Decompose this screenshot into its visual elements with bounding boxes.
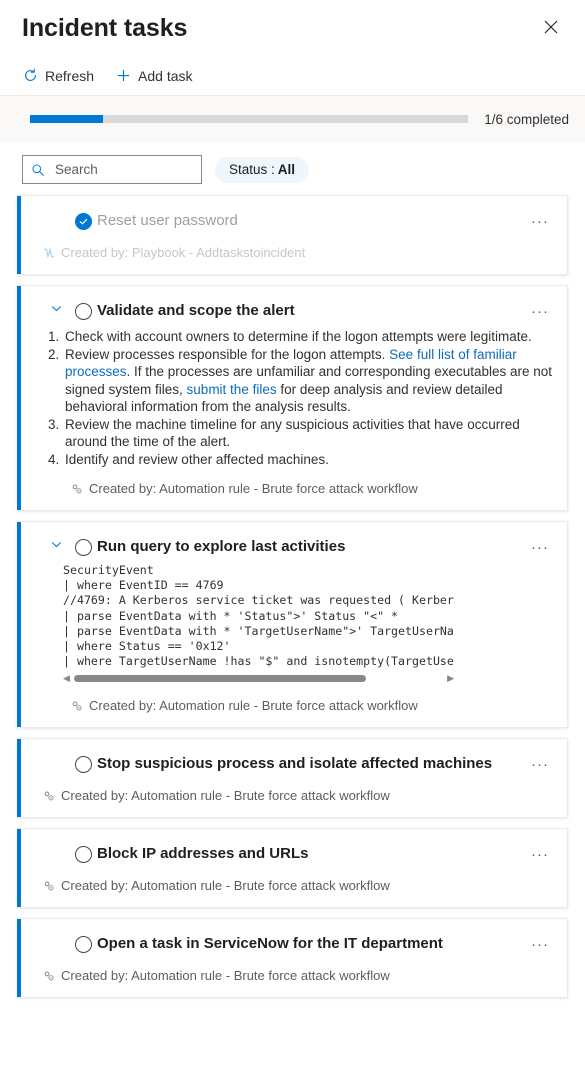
automation-rule-icon xyxy=(43,880,55,892)
task-list: Reset user password···Created by: Playbo… xyxy=(0,195,585,998)
task-created-by-label: Created by: Automation rule - Brute forc… xyxy=(61,878,390,893)
task-step-link[interactable]: submit the files xyxy=(187,382,277,397)
close-button[interactable] xyxy=(535,12,567,44)
task-card[interactable]: Validate and scope the alert··· Check wit… xyxy=(17,285,568,511)
search-icon xyxy=(31,163,45,177)
refresh-icon xyxy=(23,68,38,83)
task-created-by: Created by: Playbook - Addtaskstoinciden… xyxy=(17,245,553,260)
automation-rule-icon xyxy=(43,970,55,982)
circle-icon xyxy=(75,539,92,556)
task-header: Run query to explore last activities··· xyxy=(17,536,553,558)
task-title: Stop suspicious process and isolate affe… xyxy=(97,753,527,775)
task-created-by: Created by: Automation rule - Brute forc… xyxy=(17,968,553,983)
task-created-by: Created by: Automation rule - Brute forc… xyxy=(17,698,553,713)
task-checkbox[interactable] xyxy=(69,536,97,558)
playbook-icon xyxy=(43,247,55,259)
task-checkbox[interactable] xyxy=(69,843,97,865)
task-checkbox[interactable] xyxy=(69,753,97,775)
plus-icon xyxy=(116,68,131,83)
task-header: Open a task in ServiceNow for the IT dep… xyxy=(17,933,553,955)
task-card[interactable]: Open a task in ServiceNow for the IT dep… xyxy=(17,918,568,998)
scroll-left-arrow-icon[interactable]: ◀ xyxy=(63,674,70,683)
circle-icon xyxy=(75,303,92,320)
task-created-by-label: Created by: Automation rule - Brute forc… xyxy=(61,788,390,803)
circle-icon xyxy=(75,936,92,953)
list-item: Review processes responsible for the log… xyxy=(63,346,553,416)
progress-strip: 1/6 completed xyxy=(0,96,585,142)
task-more-menu-button[interactable]: ··· xyxy=(527,210,553,232)
circle-icon xyxy=(75,846,92,863)
task-step-text: Identify and review other affected machi… xyxy=(65,452,329,467)
task-title: Open a task in ServiceNow for the IT dep… xyxy=(97,933,527,955)
task-checkbox[interactable] xyxy=(69,933,97,955)
task-created-by-label: Created by: Playbook - Addtaskstoinciden… xyxy=(61,245,305,260)
list-item: Check with account owners to determine i… xyxy=(63,328,553,346)
scrollbar-thumb[interactable] xyxy=(74,675,366,682)
circle-icon xyxy=(75,756,92,773)
task-step-text: Review the machine timeline for any susp… xyxy=(65,417,520,450)
task-created-by-label: Created by: Automation rule - Brute forc… xyxy=(89,698,418,713)
task-more-menu-button[interactable]: ··· xyxy=(527,933,553,955)
close-icon xyxy=(544,20,558,37)
task-card[interactable]: Reset user password··· Created by: Playbo… xyxy=(17,195,568,275)
command-bar: Refresh Add task xyxy=(0,56,585,96)
scrollbar-track[interactable] xyxy=(74,675,443,682)
task-header: Stop suspicious process and isolate affe… xyxy=(17,753,553,775)
chevron-down-icon xyxy=(50,302,63,320)
task-created-by: Created by: Automation rule - Brute forc… xyxy=(17,878,553,893)
incident-tasks-panel: Incident tasks Refresh xyxy=(0,0,585,1090)
task-step-text: Review processes responsible for the log… xyxy=(65,347,389,362)
scroll-right-arrow-icon[interactable]: ▶ xyxy=(447,674,454,683)
task-checkbox[interactable] xyxy=(69,210,97,232)
task-more-menu-button[interactable]: ··· xyxy=(527,300,553,322)
code-horizontal-scrollbar[interactable]: ◀▶ xyxy=(63,672,454,685)
task-checkbox[interactable] xyxy=(69,300,97,322)
task-more-menu-button[interactable]: ··· xyxy=(527,753,553,775)
status-filter-value: All xyxy=(278,162,295,177)
task-title: Reset user password xyxy=(97,210,527,232)
task-title: Block IP addresses and URLs xyxy=(97,843,527,865)
task-step-list: Check with account owners to determine i… xyxy=(17,328,553,468)
task-header: Validate and scope the alert··· xyxy=(17,300,553,322)
task-created-by: Created by: Automation rule - Brute forc… xyxy=(17,788,553,803)
status-filter-chip[interactable]: Status : All xyxy=(215,157,309,183)
chevron-down-icon xyxy=(50,538,63,556)
task-step-text: Check with account owners to determine i… xyxy=(65,329,532,344)
search-input[interactable] xyxy=(53,161,234,178)
task-card[interactable]: Stop suspicious process and isolate affe… xyxy=(17,738,568,818)
task-created-by-label: Created by: Automation rule - Brute forc… xyxy=(61,968,390,983)
task-created-by: Created by: Automation rule - Brute forc… xyxy=(17,481,553,496)
task-header: Block IP addresses and URLs··· xyxy=(17,843,553,865)
task-query-block: SecurityEvent | where EventID == 4769 //… xyxy=(17,563,454,685)
task-expand-toggle[interactable] xyxy=(43,536,69,558)
progress-bar-fill xyxy=(30,115,103,123)
task-card[interactable]: Run query to explore last activities··· S… xyxy=(17,521,568,728)
task-created-by-label: Created by: Automation rule - Brute forc… xyxy=(89,481,418,496)
automation-rule-icon xyxy=(71,483,83,495)
task-more-menu-button[interactable]: ··· xyxy=(527,536,553,558)
filter-row: Status : All xyxy=(0,142,585,195)
automation-rule-icon xyxy=(43,790,55,802)
status-filter-prefix: Status : xyxy=(229,162,275,177)
progress-bar xyxy=(30,115,468,123)
checkmark-icon xyxy=(75,213,92,230)
page-title: Incident tasks xyxy=(22,13,535,43)
task-expand-toggle[interactable] xyxy=(43,300,69,322)
refresh-button[interactable]: Refresh xyxy=(14,60,103,92)
add-task-button[interactable]: Add task xyxy=(107,60,201,92)
panel-header: Incident tasks xyxy=(0,0,585,56)
list-item: Review the machine timeline for any susp… xyxy=(63,416,553,451)
progress-label: 1/6 completed xyxy=(484,112,569,127)
automation-rule-icon xyxy=(71,700,83,712)
refresh-label: Refresh xyxy=(45,68,94,84)
task-card[interactable]: Block IP addresses and URLs··· Created by… xyxy=(17,828,568,908)
task-title: Validate and scope the alert xyxy=(97,300,527,322)
task-title: Run query to explore last activities xyxy=(97,536,527,558)
kql-query-code[interactable]: SecurityEvent | where EventID == 4769 //… xyxy=(63,563,454,671)
search-box[interactable] xyxy=(22,155,202,184)
list-item: Identify and review other affected machi… xyxy=(63,451,553,469)
task-more-menu-button[interactable]: ··· xyxy=(527,843,553,865)
task-header: Reset user password··· xyxy=(17,210,553,232)
add-task-label: Add task xyxy=(138,68,192,84)
